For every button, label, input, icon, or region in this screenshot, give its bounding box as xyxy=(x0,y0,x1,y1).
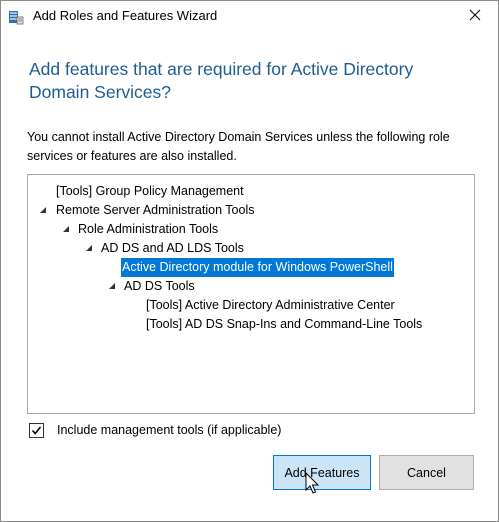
server-manager-icon xyxy=(8,9,24,25)
tree-item-label: Remote Server Administration Tools xyxy=(56,203,255,217)
checkmark-icon xyxy=(30,424,43,437)
include-tools-label: Include management tools (if applicable) xyxy=(57,423,282,437)
tree-item-label: [Tools] Active Directory Administrative … xyxy=(146,298,395,312)
include-tools-checkbox[interactable] xyxy=(29,423,44,438)
tree-item-ad-ds-tools[interactable]: AD DS Tools xyxy=(28,277,468,296)
tree-item-label: [Tools] AD DS Snap-Ins and Command-Line … xyxy=(146,317,423,331)
dialog-heading: Add features that are required for Activ… xyxy=(29,59,414,102)
tree-item-ad-powershell-module[interactable]: Active Directory module for Windows Powe… xyxy=(28,258,468,277)
expanded-triangle-icon[interactable] xyxy=(83,239,95,258)
tree-item-ad-admin-center[interactable]: [Tools] Active Directory Administrative … xyxy=(28,296,468,315)
cancel-button[interactable]: Cancel xyxy=(379,455,474,490)
tree-item-group-policy[interactable]: [Tools] Group Policy Management xyxy=(28,182,468,201)
title-bar: Add Roles and Features Wizard xyxy=(1,1,498,32)
add-features-button[interactable]: Add Features xyxy=(273,455,371,490)
wizard-dialog: Add Roles and Features Wizard Add featur… xyxy=(0,0,499,522)
expanded-triangle-icon[interactable] xyxy=(37,201,49,220)
close-button[interactable] xyxy=(452,1,498,32)
tree-item-label: Active Directory module for Windows Powe… xyxy=(121,258,394,277)
tree-item-label: AD DS Tools xyxy=(124,279,195,293)
expanded-triangle-icon[interactable] xyxy=(106,277,118,296)
feature-tree[interactable]: [Tools] Group Policy Management Remote S… xyxy=(27,174,475,414)
tree-item-label: [Tools] Group Policy Management xyxy=(56,184,244,198)
tree-item-label: AD DS and AD LDS Tools xyxy=(101,241,244,255)
tree-item-ad-ds-lds-tools[interactable]: AD DS and AD LDS Tools xyxy=(28,239,468,258)
tree-item-label: Role Administration Tools xyxy=(78,222,219,236)
tree-item-rsat[interactable]: Remote Server Administration Tools xyxy=(28,201,468,220)
tree-item-role-admin-tools[interactable]: Role Administration Tools xyxy=(28,220,468,239)
window-title: Add Roles and Features Wizard xyxy=(33,8,218,23)
tree-item-ad-ds-snapins[interactable]: [Tools] AD DS Snap-Ins and Command-Line … xyxy=(28,315,468,334)
dialog-description: You cannot install Active Directory Doma… xyxy=(27,130,450,163)
expanded-triangle-icon[interactable] xyxy=(60,220,72,239)
close-icon xyxy=(469,8,481,26)
